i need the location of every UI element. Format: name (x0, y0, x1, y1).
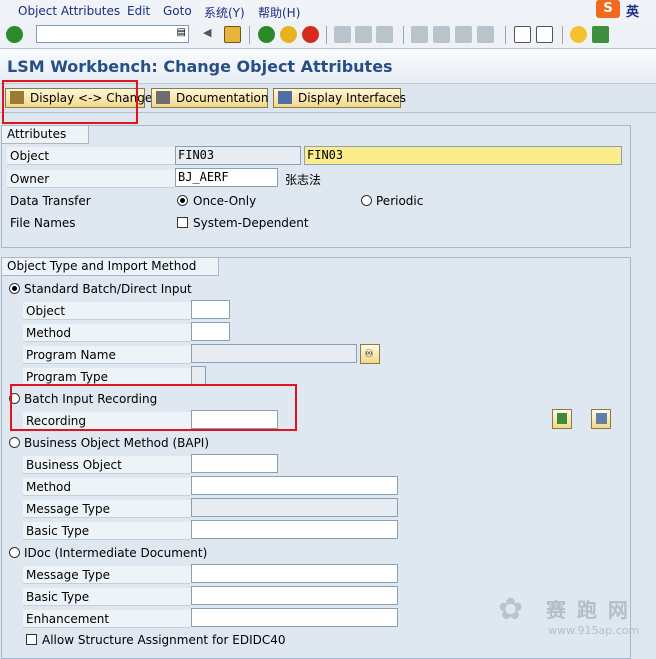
sogou-icon: S (596, 0, 620, 18)
create-recording-icon (596, 413, 607, 424)
standard-batch-radio[interactable] (9, 283, 20, 294)
toolbar-separator (562, 26, 563, 44)
std-program-type-field (191, 366, 206, 385)
object-type-group-title: Object Type and Import Method (2, 258, 220, 276)
object-description-field[interactable]: FIN03 (304, 146, 622, 165)
bapi-method-field[interactable] (191, 476, 398, 495)
glasses-icon: ♾ (364, 347, 374, 360)
document-edit-icon (156, 91, 170, 104)
layout-menu-icon[interactable] (592, 26, 609, 43)
std-object-label: Object (23, 302, 191, 320)
page-title: LSM Workbench: Change Object Attributes (7, 57, 393, 76)
allow-structure-checkbox[interactable] (26, 634, 37, 645)
recording-overview-icon (557, 413, 567, 424)
recording-create-button[interactable] (591, 409, 611, 429)
idoc-radio[interactable] (9, 547, 20, 558)
interface-icon (278, 91, 292, 104)
cancel-icon[interactable] (302, 26, 319, 43)
bapi-business-object-field[interactable] (191, 454, 278, 473)
menu-goto[interactable]: Goto (163, 4, 192, 18)
previous-page-icon[interactable] (433, 26, 450, 43)
command-field[interactable]: ▤ (36, 25, 189, 43)
bapi-business-object-label: Business Object (23, 456, 191, 474)
menu-bar: Object Attributes Edit Goto 系统(Y) 帮助(H) … (0, 0, 656, 23)
next-page-icon[interactable] (455, 26, 472, 43)
file-names-label: File Names (10, 216, 76, 230)
save-icon[interactable] (224, 26, 241, 43)
owner-name: 张志法 (285, 173, 322, 187)
menu-help[interactable]: 帮助(H) (258, 4, 300, 21)
standard-batch-label: Standard Batch/Direct Input (24, 282, 192, 296)
periodic-radio[interactable] (361, 195, 372, 206)
documentation-label: Documentation (176, 91, 269, 105)
watermark-text: 赛 跑 网 (546, 598, 630, 622)
shortcut-icon[interactable] (536, 26, 553, 43)
idoc-basic-type-label: Basic Type (23, 588, 191, 606)
idoc-enhancement-label: Enhancement (23, 610, 191, 628)
toolbar-separator (505, 26, 506, 44)
system-dependent-label: System-Dependent (193, 216, 309, 230)
bapi-basic-type-field[interactable] (191, 520, 398, 539)
standard-toolbar: ▤ ◀ (0, 22, 656, 49)
periodic-label: Periodic (376, 194, 424, 208)
back-icon[interactable] (258, 26, 275, 43)
object-label: Object (7, 147, 175, 165)
new-session-icon[interactable] (514, 26, 531, 43)
documentation-button[interactable]: Documentation (151, 88, 269, 108)
toolbar-separator (403, 26, 404, 44)
idoc-enhancement-field[interactable] (191, 608, 398, 627)
watermark-url: www.915ap.com (548, 624, 640, 637)
bapi-label: Business Object Method (BAPI) (24, 436, 210, 450)
std-program-name-label: Program Name (23, 346, 191, 364)
enter-icon[interactable] (6, 26, 23, 43)
recording-overview-button[interactable] (552, 409, 572, 429)
exit-icon[interactable] (280, 26, 297, 43)
toolbar-separator (249, 26, 250, 44)
object-field: FIN03 (175, 146, 301, 165)
print-icon[interactable] (334, 26, 351, 43)
bapi-basic-type-label: Basic Type (23, 522, 191, 540)
title-bar: LSM Workbench: Change Object Attributes (0, 49, 656, 84)
idoc-label: IDoc (Intermediate Document) (24, 546, 208, 560)
std-program-name-field (191, 344, 357, 363)
owner-label: Owner (7, 170, 175, 188)
first-page-icon[interactable] (411, 26, 428, 43)
highlight-box-display-change (2, 80, 138, 124)
std-object-field[interactable] (191, 300, 230, 319)
bapi-message-type-field (191, 498, 398, 517)
display-interfaces-button[interactable]: Display Interfaces (273, 88, 406, 108)
menu-object-attributes[interactable]: Object Attributes (18, 4, 120, 18)
std-method-field[interactable] (191, 322, 230, 341)
watermark: ✿ 赛 跑 网 www.915ap.com (498, 592, 654, 642)
idoc-message-type-field[interactable] (191, 564, 398, 583)
find-next-icon[interactable] (376, 26, 393, 43)
highlight-box-recording (10, 384, 297, 431)
command-dropdown-icon[interactable]: ▤ (177, 27, 186, 38)
bapi-message-type-label: Message Type (23, 500, 191, 518)
data-transfer-label: Data Transfer (10, 194, 91, 208)
system-dependent-checkbox[interactable] (177, 217, 188, 228)
owner-field[interactable]: BJ_AERF (175, 168, 278, 187)
bapi-radio[interactable] (9, 437, 20, 448)
idoc-basic-type-field[interactable] (191, 586, 398, 605)
find-icon[interactable] (355, 26, 372, 43)
back-arrow-icon[interactable]: ◀ (203, 26, 220, 43)
attributes-group-title: Attributes (2, 126, 90, 144)
bapi-method-label: Method (23, 478, 191, 496)
menu-edit[interactable]: Edit (127, 4, 150, 18)
ime-indicator: S 英 (596, 0, 656, 20)
menu-system[interactable]: 系统(Y) (204, 4, 245, 21)
watermark-logo-icon: ✿ (498, 592, 524, 627)
ime-language-label: 英 (626, 5, 640, 20)
help-icon[interactable] (570, 26, 587, 43)
allow-structure-label: Allow Structure Assignment for EDIDC40 (42, 633, 286, 647)
last-page-icon[interactable] (477, 26, 494, 43)
idoc-message-type-label: Message Type (23, 566, 191, 584)
toolbar-separator (326, 26, 327, 44)
std-method-label: Method (23, 324, 191, 342)
display-interfaces-label: Display Interfaces (298, 91, 407, 105)
program-display-button[interactable]: ♾ (360, 344, 380, 364)
once-only-label: Once-Only (193, 194, 257, 208)
once-only-radio[interactable] (177, 195, 188, 206)
